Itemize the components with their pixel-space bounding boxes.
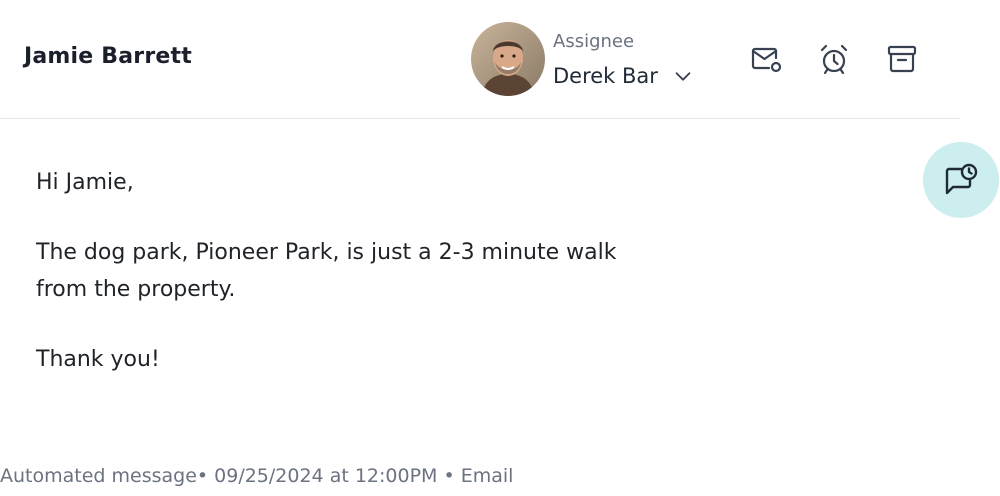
message-greeting: Hi Jamie, (36, 170, 134, 195)
message-meta: Automated message• 09/25/2024 at 12:00PM… (0, 465, 514, 487)
scheduled-message-icon (945, 163, 978, 195)
assignee-name: Derek Bar (553, 64, 658, 88)
mail-badge-icon (751, 47, 782, 73)
assignee-avatar[interactable] (471, 22, 545, 96)
message-body: Hi Jamie, The dog park, Pioneer Park, is… (36, 164, 676, 378)
scheduled-messages-button[interactable] (923, 142, 999, 218)
message-line: from the property. (36, 277, 236, 302)
snooze-button[interactable] (815, 40, 853, 78)
mark-unread-button[interactable] (747, 40, 785, 78)
assignee-label: Assignee (553, 31, 635, 52)
conversation-header: Jamie Barrett Assignee Derek Bar (0, 0, 960, 119)
archive-button[interactable] (883, 40, 921, 78)
chevron-down-icon (672, 65, 694, 87)
contact-name: Jamie Barrett (24, 44, 192, 69)
message-line: The dog park, Pioneer Park, is just a 2-… (36, 240, 617, 265)
alarm-clock-icon (820, 44, 848, 75)
message-closing: Thank you! (36, 347, 160, 372)
archive-icon (887, 45, 917, 73)
assignee-dropdown[interactable]: Derek Bar (553, 61, 694, 91)
